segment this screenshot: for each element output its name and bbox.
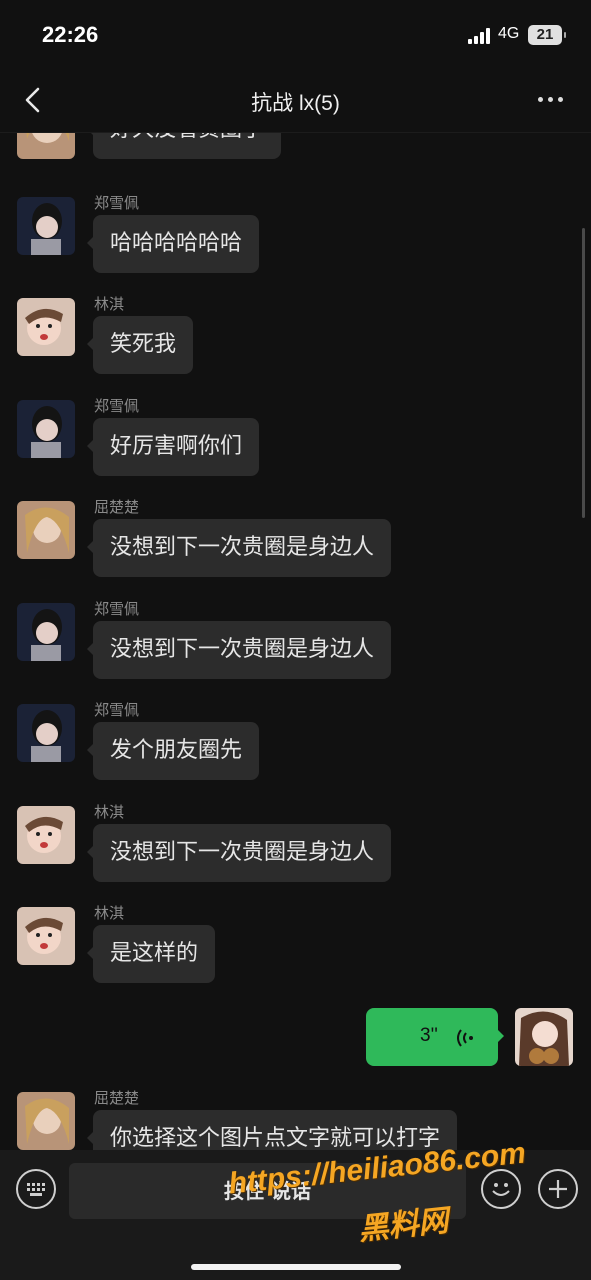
sender-name: 郑雪佩: [94, 195, 140, 212]
status-bar: 22:26 4G 21: [0, 0, 591, 70]
message-bubble[interactable]: 好厉害啊你们: [86, 418, 260, 476]
home-indicator[interactable]: [191, 1264, 401, 1270]
avatar-quchuchu[interactable]: [17, 133, 75, 159]
sender-name: 林淇: [94, 804, 125, 821]
status-time: 22:26: [42, 22, 99, 47]
message-bubble[interactable]: 发个朋友圈先: [86, 722, 260, 780]
emoji-button[interactable]: [481, 1169, 521, 1209]
voice-duration: 3'': [420, 1025, 438, 1046]
message-bubble[interactable]: 笑死我: [86, 316, 194, 374]
voice-message-bubble[interactable]: 3'': [366, 1008, 504, 1066]
avatar-zhengxuepei[interactable]: [17, 704, 75, 762]
battery-icon: 21: [528, 25, 566, 45]
keyboard-icon: [27, 1183, 45, 1196]
avatar-linqi[interactable]: [17, 907, 75, 965]
watermark-label: 黑料网: [356, 1203, 450, 1248]
emoji-icon: [492, 1183, 510, 1196]
plus-icon: [549, 1180, 567, 1198]
message-bubble[interactable]: 哈哈哈哈哈哈: [86, 215, 260, 273]
chat-title: 抗战 lx(5): [251, 92, 340, 115]
my-avatar[interactable]: [515, 1008, 573, 1066]
sender-name: 郑雪佩: [94, 702, 140, 719]
network-type: 4G: [498, 25, 520, 42]
more-button[interactable]: [536, 97, 566, 105]
message-bubble[interactable]: 你选择这个图片点文字就可以打字: [86, 1110, 458, 1150]
avatar-linqi[interactable]: [17, 298, 75, 356]
sender-name: 郑雪佩: [94, 398, 140, 415]
signal-icon: [468, 28, 492, 44]
more-actions-button[interactable]: [538, 1169, 578, 1209]
sender-name: 屈楚楚: [94, 1090, 140, 1107]
message-bubble[interactable]: 没想到下一次贵圈是身边人: [86, 621, 392, 679]
more-dots-icon: [538, 97, 543, 102]
voice-wave-icon: [457, 1029, 473, 1047]
scrollbar[interactable]: [582, 228, 585, 518]
avatar-quchuchu[interactable]: [17, 501, 75, 559]
sender-name: 林淇: [94, 296, 125, 313]
avatar-zhengxuepei[interactable]: [17, 400, 75, 458]
avatar-zhengxuepei[interactable]: [17, 603, 75, 661]
avatar-quchuchu[interactable]: [17, 1092, 75, 1150]
message-bubble[interactable]: 好久没看贵圈了: [86, 133, 282, 159]
sender-name: 林淇: [94, 905, 125, 922]
message-bubble[interactable]: 没想到下一次贵圈是身边人: [86, 519, 392, 577]
keyboard-toggle-button[interactable]: [16, 1169, 56, 1209]
avatar-zhengxuepei[interactable]: [17, 197, 75, 255]
message-bubble[interactable]: 是这样的: [86, 925, 216, 983]
message-list[interactable]: 好久没看贵圈了 郑雪佩 哈哈哈哈哈哈 林淇 笑死我 郑雪佩 好厉害啊你们 屈楚楚…: [0, 133, 591, 1150]
sender-name: 屈楚楚: [94, 499, 140, 516]
avatar-linqi[interactable]: [17, 806, 75, 864]
message-bubble[interactable]: 没想到下一次贵圈是身边人: [86, 824, 392, 882]
sender-name: 郑雪佩: [94, 601, 140, 618]
chat-header: 抗战 lx(5): [0, 70, 591, 133]
